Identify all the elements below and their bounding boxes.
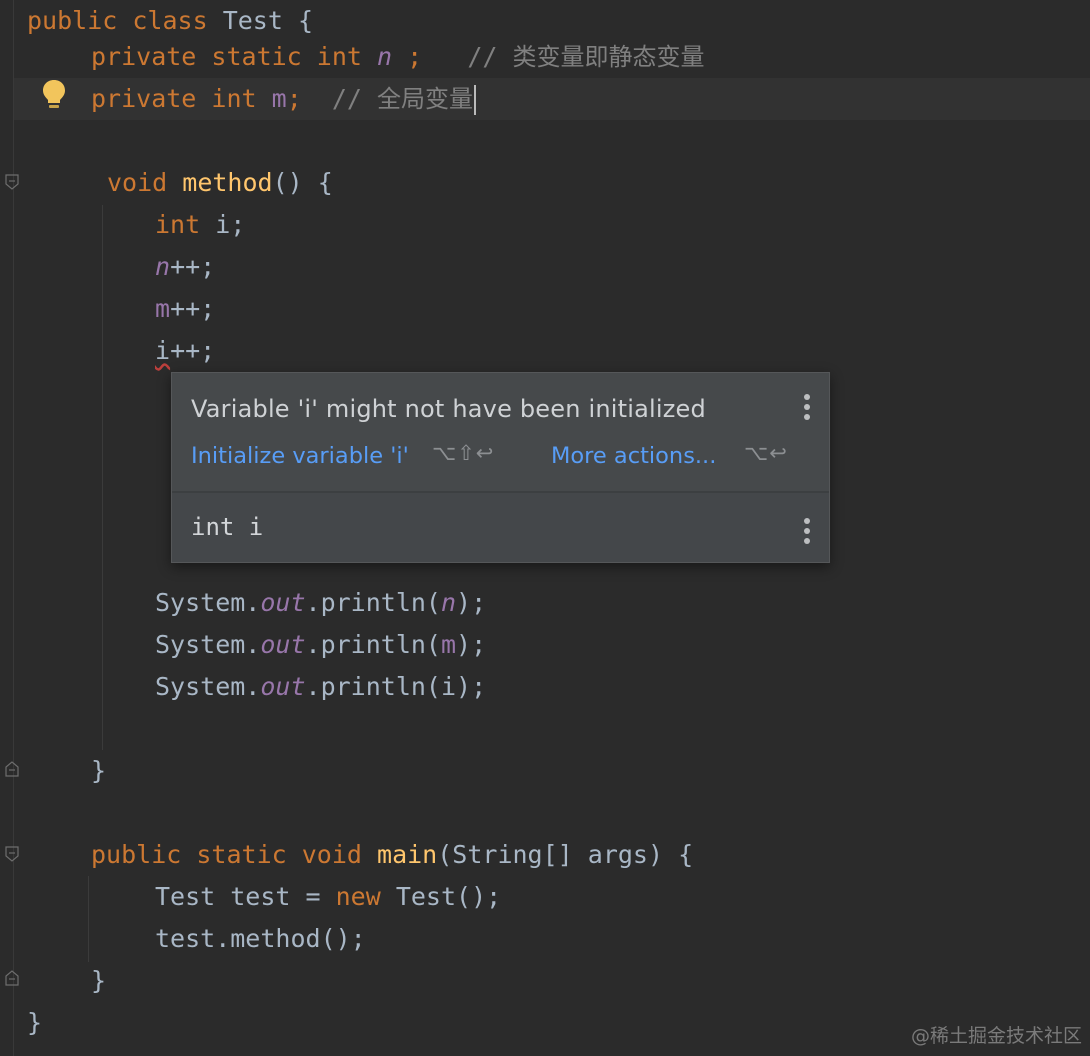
error-variable[interactable]: i: [155, 336, 170, 365]
code-text: }: [91, 966, 107, 995]
instance-field: m: [271, 84, 287, 113]
declaration-panel: [172, 493, 829, 562]
code-line-new-test: Test test = new Test();: [155, 876, 501, 918]
code-line-field-n: private static int n ; // 类变量即静态变量: [91, 36, 705, 78]
semicolon: ;: [392, 42, 423, 71]
code-line-call-method: test.method();: [155, 918, 366, 960]
keyword: new: [335, 882, 381, 911]
code-text: ++;: [170, 336, 216, 365]
code-text: Test();: [380, 882, 502, 911]
more-vertical-icon[interactable]: [802, 517, 812, 547]
code-line-n-inc: n++;: [155, 246, 215, 288]
comment-slashes: //: [331, 84, 378, 113]
static-field: n: [440, 588, 457, 617]
code-text: System.: [155, 588, 261, 617]
method-name: method: [182, 168, 273, 197]
more-actions-link[interactable]: More actions...: [551, 443, 716, 469]
keyword: static: [196, 840, 287, 869]
initialize-shortcut: ⌥⇧↩: [432, 441, 495, 465]
code-text: );: [456, 672, 487, 701]
comment-text: 类变量即静态变量: [512, 43, 705, 71]
watermark: @稀土掘金技术社区: [910, 1025, 1082, 1047]
inspection-message: Variable 'i' might not have been initial…: [191, 395, 706, 423]
declaration-code: int i: [191, 513, 264, 541]
code-text: );: [456, 630, 487, 659]
code-line-local-decl: int i;: [155, 204, 245, 246]
code-line-println-m: System.out.println(m);: [155, 624, 486, 666]
instance-field: m: [440, 630, 457, 659]
code-line-method-decl: void method() {: [107, 162, 333, 204]
comment-text: 全局变量: [377, 85, 474, 113]
code-text: test.method();: [155, 924, 366, 953]
keyword: int: [155, 210, 201, 239]
semicolon: ;: [286, 84, 302, 113]
instance-field: m: [155, 294, 171, 323]
code-text: }: [27, 1008, 43, 1037]
keyword: class: [132, 6, 208, 35]
code-text: );: [456, 588, 487, 617]
keyword: private: [91, 42, 197, 71]
lightbulb-icon[interactable]: [40, 78, 68, 112]
static-field: out: [260, 588, 306, 617]
code-text: i: [440, 672, 457, 701]
code-line-close-class: }: [27, 1002, 42, 1044]
initialize-variable-link[interactable]: Initialize variable 'i': [191, 443, 409, 469]
code-line-println-i: System.out.println(i);: [155, 666, 486, 708]
code-line-i-inc: i++;: [155, 330, 215, 372]
code-text: Test test =: [155, 882, 336, 911]
more-vertical-icon[interactable]: [802, 393, 812, 423]
code-line-println-n: System.out.println(n);: [155, 582, 486, 624]
code-punct: () {: [272, 168, 333, 197]
fold-marker-icon[interactable]: [5, 970, 19, 986]
code-line-m-inc: m++;: [155, 288, 215, 330]
keyword: public: [27, 6, 118, 35]
keyword: static: [211, 42, 302, 71]
code-text: ++;: [170, 294, 216, 323]
fold-marker-icon[interactable]: [5, 846, 19, 862]
code-text: (String[] args) {: [437, 840, 694, 869]
static-field: out: [260, 630, 306, 659]
code-line-field-m: private int m; // 全局变量: [91, 78, 477, 120]
indent-guide: [88, 876, 89, 962]
keyword: private: [91, 84, 197, 113]
code-line-main-decl: public static void main(String[] args) {: [91, 834, 693, 876]
keyword: int: [211, 84, 257, 113]
static-field: n: [155, 252, 171, 281]
keyword: int: [316, 42, 362, 71]
static-field: n: [377, 42, 393, 71]
code-text: i;: [200, 210, 246, 239]
fold-marker-icon[interactable]: [5, 761, 19, 777]
comment-slashes: //: [467, 42, 513, 71]
keyword: void: [107, 168, 168, 197]
fold-marker-icon[interactable]: [5, 174, 19, 190]
code-text: }: [91, 756, 107, 785]
code-text: .println(: [305, 672, 441, 701]
code-text: System.: [155, 630, 261, 659]
indent-guide: [102, 205, 103, 750]
method-name: main: [377, 840, 438, 869]
code-editor[interactable]: public class Test { private static int n…: [0, 0, 1090, 1056]
text-caret: [474, 85, 477, 115]
code-text: .println(: [305, 630, 441, 659]
code-text: System.: [155, 672, 261, 701]
keyword: public: [91, 840, 182, 869]
inspection-popup: Variable 'i' might not have been initial…: [171, 372, 830, 563]
more-actions-shortcut: ⌥↩: [744, 441, 788, 465]
keyword: void: [301, 840, 362, 869]
code-line-close-brace: }: [91, 750, 106, 792]
code-text: ++;: [170, 252, 216, 281]
gutter-divider: [13, 0, 14, 1056]
class-name: Test {: [222, 6, 314, 35]
static-field: out: [260, 672, 306, 701]
code-line-close-brace: }: [91, 960, 106, 1002]
code-text: .println(: [305, 588, 441, 617]
